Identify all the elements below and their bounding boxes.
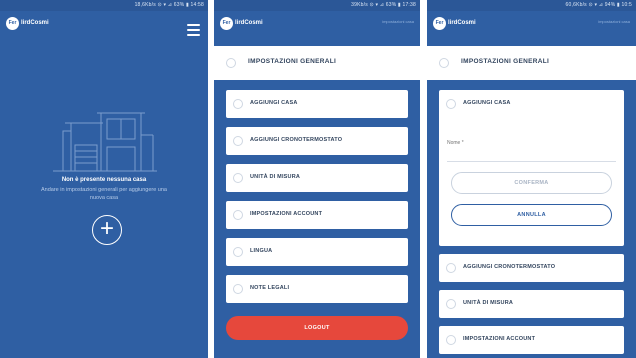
menu-item-add-thermostat[interactable]: AGGIUNGI CRONOTERMOSTATO <box>226 127 408 155</box>
expand-ring-icon <box>446 263 456 273</box>
screen-home-empty: 18,6Kb/s ⊙ ▾ ⊿ 63% ▮ 14:58 Fer lirdCosmi <box>0 0 208 358</box>
menu-icon[interactable] <box>187 24 200 36</box>
settings-title: IMPOSTAZIONI GENERALI <box>461 58 550 65</box>
menu-item-legal-notes[interactable]: NOTE LEGALI <box>226 275 408 303</box>
expand-ring-icon <box>446 299 456 309</box>
app-logo: Fer lirdCosmi <box>6 16 49 30</box>
collapse-ring-icon <box>439 58 449 68</box>
logo-badge: Fer <box>433 16 446 30</box>
panel-title: AGGIUNGI CASA <box>463 100 511 106</box>
logo-text: lirdCosmi <box>21 19 49 26</box>
menu-item-account-settings[interactable]: IMPOSTAZIONI ACCOUNT <box>226 201 408 229</box>
topbar-caption: impostazioni casa <box>382 19 414 24</box>
menu-item-label: AGGIUNGI CRONOTERMOSTATO <box>250 137 343 143</box>
empty-state-subtitle: Andare in impostazioni generali per aggi… <box>41 187 167 201</box>
logout-button[interactable]: LOGOUT <box>226 316 408 340</box>
screen-general-settings: 39Kb/s ⊙ ▾ ⊿ 63% ▮ 17:38 Fer lirdCosmi i… <box>214 0 420 358</box>
logo-text: lirdCosmi <box>448 19 476 26</box>
collapse-ring-icon <box>226 58 236 68</box>
menu-item-account-settings[interactable]: IMPOSTAZIONI ACCOUNT <box>439 326 624 354</box>
logo-badge: Fer <box>6 16 19 30</box>
menu-item-units[interactable]: UNITÀ DI MISURA <box>226 164 408 192</box>
menu-item-units[interactable]: UNITÀ DI MISURA <box>439 290 624 318</box>
settings-header[interactable]: IMPOSTAZIONI GENERALI <box>427 46 636 80</box>
menu-item-label: IMPOSTAZIONI ACCOUNT <box>463 336 536 342</box>
logo-text: lirdCosmi <box>235 19 263 26</box>
settings-header[interactable]: IMPOSTAZIONI GENERALI <box>214 46 420 80</box>
expand-ring-icon <box>233 99 243 109</box>
collapse-ring-icon[interactable] <box>446 99 456 109</box>
confirm-button[interactable]: CONFERMA <box>451 172 612 194</box>
expand-ring-icon <box>233 136 243 146</box>
logo-badge: Fer <box>220 16 233 30</box>
app-bar: Fer lirdCosmi impostazioni casa <box>427 11 636 35</box>
menu-item-label: IMPOSTAZIONI ACCOUNT <box>250 211 323 217</box>
app-bar: Fer lirdCosmi impostazioni casa <box>214 11 420 35</box>
expand-ring-icon <box>446 335 456 345</box>
menu-item-add-house[interactable]: AGGIUNGI CASA <box>226 90 408 118</box>
add-house-panel: AGGIUNGI CASA CONFERMA ANNULLA <box>439 90 624 246</box>
cancel-button[interactable]: ANNULLA <box>451 204 612 226</box>
app-logo: Fer lirdCosmi <box>433 16 476 30</box>
app-logo: Fer lirdCosmi <box>220 16 263 30</box>
app-bar: Fer lirdCosmi <box>0 11 208 35</box>
menu-item-language[interactable]: LINGUA <box>226 238 408 266</box>
status-bar: 39Kb/s ⊙ ▾ ⊿ 63% ▮ 17:38 <box>214 0 420 11</box>
menu-item-label: AGGIUNGI CRONOTERMOSTATO <box>463 264 556 270</box>
menu-item-label: NOTE LEGALI <box>250 285 290 291</box>
status-bar: 60,6Kb/s ⊙ ▾ ⊿ 94% ▮ 10:5 <box>427 0 636 11</box>
add-house-button[interactable]: + <box>92 215 122 245</box>
house-name-input[interactable] <box>447 120 616 162</box>
expand-ring-icon <box>233 284 243 294</box>
menu-item-label: LINGUA <box>250 248 273 254</box>
topbar-caption: impostazioni casa <box>598 19 630 24</box>
menu-item-label: AGGIUNGI CASA <box>250 100 298 106</box>
expand-ring-icon <box>233 210 243 220</box>
house-illustration-icon <box>53 112 157 172</box>
screen-add-house: 60,6Kb/s ⊙ ▾ ⊿ 94% ▮ 10:5 Fer lirdCosmi … <box>427 0 636 358</box>
settings-title: IMPOSTAZIONI GENERALI <box>248 58 337 65</box>
expand-ring-icon <box>233 247 243 257</box>
empty-state-title: Non è presente nessuna casa <box>61 177 147 183</box>
menu-item-label: UNITÀ DI MISURA <box>250 174 301 180</box>
status-bar: 18,6Kb/s ⊙ ▾ ⊿ 63% ▮ 14:58 <box>0 0 208 11</box>
menu-item-label: UNITÀ DI MISURA <box>463 300 514 306</box>
menu-item-add-thermostat[interactable]: AGGIUNGI CRONOTERMOSTATO <box>439 254 624 282</box>
expand-ring-icon <box>233 173 243 183</box>
